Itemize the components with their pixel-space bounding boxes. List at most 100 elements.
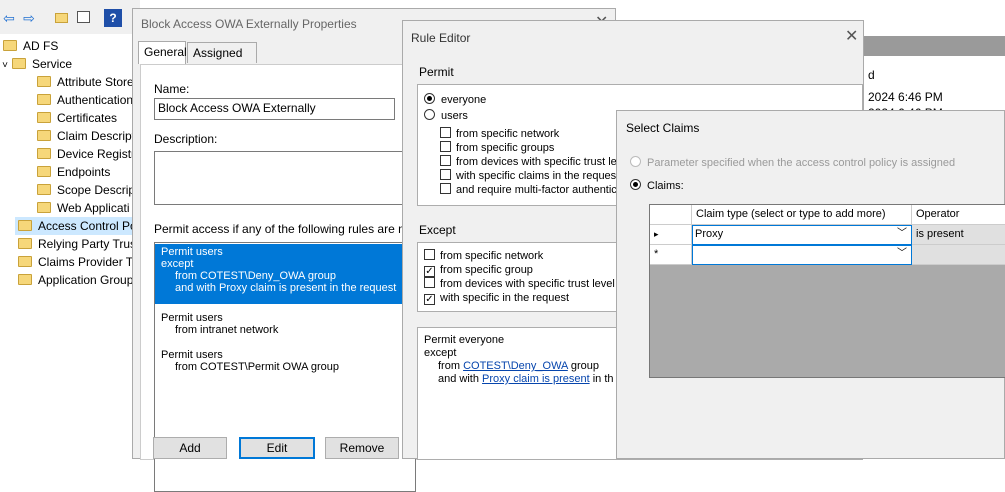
- tree-item-access-control-policies[interactable]: Access Control Po: [15, 217, 140, 235]
- folder-icon: [37, 184, 51, 195]
- tab-general[interactable]: General: [138, 41, 187, 64]
- except-option-checkbox[interactable]: ✓ with specific in the request: [424, 291, 569, 305]
- folder-icon: [3, 40, 17, 51]
- tree-item-service[interactable]: ˅ Service: [0, 55, 72, 73]
- toolbar: ⇦ ⇨ ?: [0, 0, 140, 34]
- summary-line: except: [424, 347, 457, 359]
- new-row-selector[interactable]: *: [650, 245, 692, 265]
- summary-line: from COTEST\Deny_OWA group: [438, 360, 599, 372]
- tree-item-claim-descriptions[interactable]: Claim Descript: [37, 127, 135, 145]
- chevron-down-icon[interactable]: ˅: [0, 57, 10, 75]
- tree-item-endpoints[interactable]: Endpoints: [37, 163, 110, 181]
- except-option-checkbox[interactable]: from devices with specific trust level: [424, 277, 615, 291]
- tree-item-attribute-store[interactable]: Attribute Store: [37, 73, 134, 91]
- tree-item-device-registration[interactable]: Device Registr: [37, 145, 135, 163]
- row-header-corner: [650, 205, 692, 225]
- folder-icon: [18, 238, 32, 249]
- row-selector[interactable]: ▸: [650, 225, 692, 245]
- tree-item-adfs[interactable]: AD FS: [3, 37, 58, 55]
- column-header-claim-type[interactable]: Claim type (select or type to add more): [692, 205, 912, 225]
- except-option-checkbox[interactable]: from specific network: [424, 249, 543, 263]
- everyone-radio[interactable]: everyone: [424, 93, 486, 107]
- column-header-operator[interactable]: Operator: [912, 205, 1005, 225]
- user-option-checkbox[interactable]: from devices with specific trust lev: [440, 155, 622, 169]
- tree-item-scope-descriptions[interactable]: Scope Descript: [37, 181, 138, 199]
- folder-icon: [18, 256, 32, 267]
- description-label: Description:: [154, 132, 218, 146]
- radio-icon: [630, 156, 641, 167]
- claims-grid[interactable]: Claim type (select or type to add more) …: [649, 204, 1005, 378]
- user-option-checkbox[interactable]: with specific claims in the request: [440, 169, 619, 183]
- users-radio[interactable]: users: [424, 109, 468, 123]
- remove-button[interactable]: Remove: [325, 437, 399, 459]
- folder-icon: [37, 94, 51, 105]
- rule-item[interactable]: Permit users except from COTEST\Deny_OWA…: [155, 244, 415, 304]
- claims-radio[interactable]: Claims:: [630, 179, 684, 193]
- folder-icon: [37, 76, 51, 87]
- rule-item[interactable]: Permit users from COTEST\Permit OWA grou…: [155, 347, 415, 375]
- operator-cell[interactable]: is present: [912, 225, 1005, 245]
- date-value: 2024 6:46 PM: [868, 90, 943, 104]
- dialog-title: Block Access OWA Externally Properties: [141, 17, 357, 31]
- user-option-checkbox[interactable]: from specific groups: [440, 141, 554, 155]
- close-icon[interactable]: ✕: [845, 29, 858, 45]
- new-claim-type-combo[interactable]: ﹀: [692, 245, 912, 265]
- except-option-checkbox[interactable]: ✓ from specific group: [424, 263, 533, 277]
- back-arrow-icon[interactable]: ⇦: [0, 9, 18, 27]
- show-hide-tree-icon[interactable]: [74, 9, 92, 27]
- tab-assigned-to[interactable]: Assigned to: [187, 42, 257, 80]
- checkmark-icon: ✓: [424, 266, 435, 277]
- checkbox-icon: [440, 155, 451, 166]
- folder-icon: [12, 58, 26, 69]
- rule-item[interactable]: Permit users from intranet network: [155, 310, 415, 338]
- checkbox-icon: [440, 183, 451, 194]
- parameter-radio: Parameter specified when the access cont…: [630, 156, 955, 170]
- navigation-tree: AD FS ˅ Service Attribute Store Authentic…: [0, 34, 140, 459]
- forward-arrow-icon[interactable]: ⇨: [20, 9, 38, 27]
- chevron-down-icon[interactable]: ﹀: [897, 226, 907, 242]
- except-label: Except: [419, 223, 456, 237]
- tree-item-application-groups[interactable]: Application Group: [18, 271, 133, 289]
- description-field[interactable]: [154, 151, 405, 205]
- new-operator-cell[interactable]: [912, 245, 1005, 265]
- header-fragment: d: [868, 68, 875, 82]
- folder-icon: [18, 274, 32, 285]
- dialog-title: Rule Editor: [411, 31, 471, 45]
- summary-line: Permit everyone: [424, 334, 505, 346]
- checkbox-icon: [424, 277, 435, 288]
- group-link[interactable]: COTEST\Deny_OWA: [463, 360, 568, 372]
- checkbox-icon: [440, 141, 451, 152]
- folder-icon: [37, 202, 51, 213]
- tree-item-authentication[interactable]: Authentication: [37, 91, 133, 109]
- select-claims-dialog: Select Claims Parameter specified when t…: [616, 110, 1005, 459]
- rules-label: Permit access if any of the following ru…: [154, 222, 422, 236]
- tree-item-web-application[interactable]: Web Applicati: [37, 199, 130, 217]
- checkmark-icon: ✓: [424, 294, 435, 305]
- user-option-checkbox[interactable]: and require multi-factor authenticat: [440, 183, 626, 197]
- chevron-down-icon[interactable]: ﹀: [897, 246, 907, 262]
- column-header: [864, 36, 1005, 56]
- claim-link[interactable]: Proxy claim is present: [482, 373, 590, 385]
- radio-selected-icon: [424, 93, 435, 104]
- add-button[interactable]: Add: [153, 437, 227, 459]
- claim-type-combo[interactable]: Proxy ﹀: [692, 225, 912, 245]
- help-icon[interactable]: ?: [104, 9, 122, 27]
- edit-button[interactable]: Edit: [239, 437, 315, 459]
- checkbox-icon: [440, 169, 451, 180]
- summary-line: and with Proxy claim is present in th: [438, 373, 614, 385]
- folder-icon: [18, 220, 32, 231]
- tree-item-claims-provider-trusts[interactable]: Claims Provider T: [18, 253, 133, 271]
- folder-icon: [37, 112, 51, 123]
- up-folder-icon[interactable]: [52, 9, 70, 27]
- checkbox-icon: [424, 249, 435, 260]
- folder-icon: [37, 166, 51, 177]
- tree-item-relying-party-trusts[interactable]: Relying Party Trus: [18, 235, 136, 253]
- permit-label: Permit: [419, 65, 454, 79]
- tree-item-certificates[interactable]: Certificates: [37, 109, 117, 127]
- name-field[interactable]: Block Access OWA Externally: [154, 98, 395, 120]
- radio-selected-icon: [630, 179, 641, 190]
- name-label: Name:: [154, 82, 190, 96]
- dialog-title: Select Claims: [626, 121, 700, 135]
- radio-icon: [424, 109, 435, 120]
- user-option-checkbox[interactable]: from specific network: [440, 127, 559, 141]
